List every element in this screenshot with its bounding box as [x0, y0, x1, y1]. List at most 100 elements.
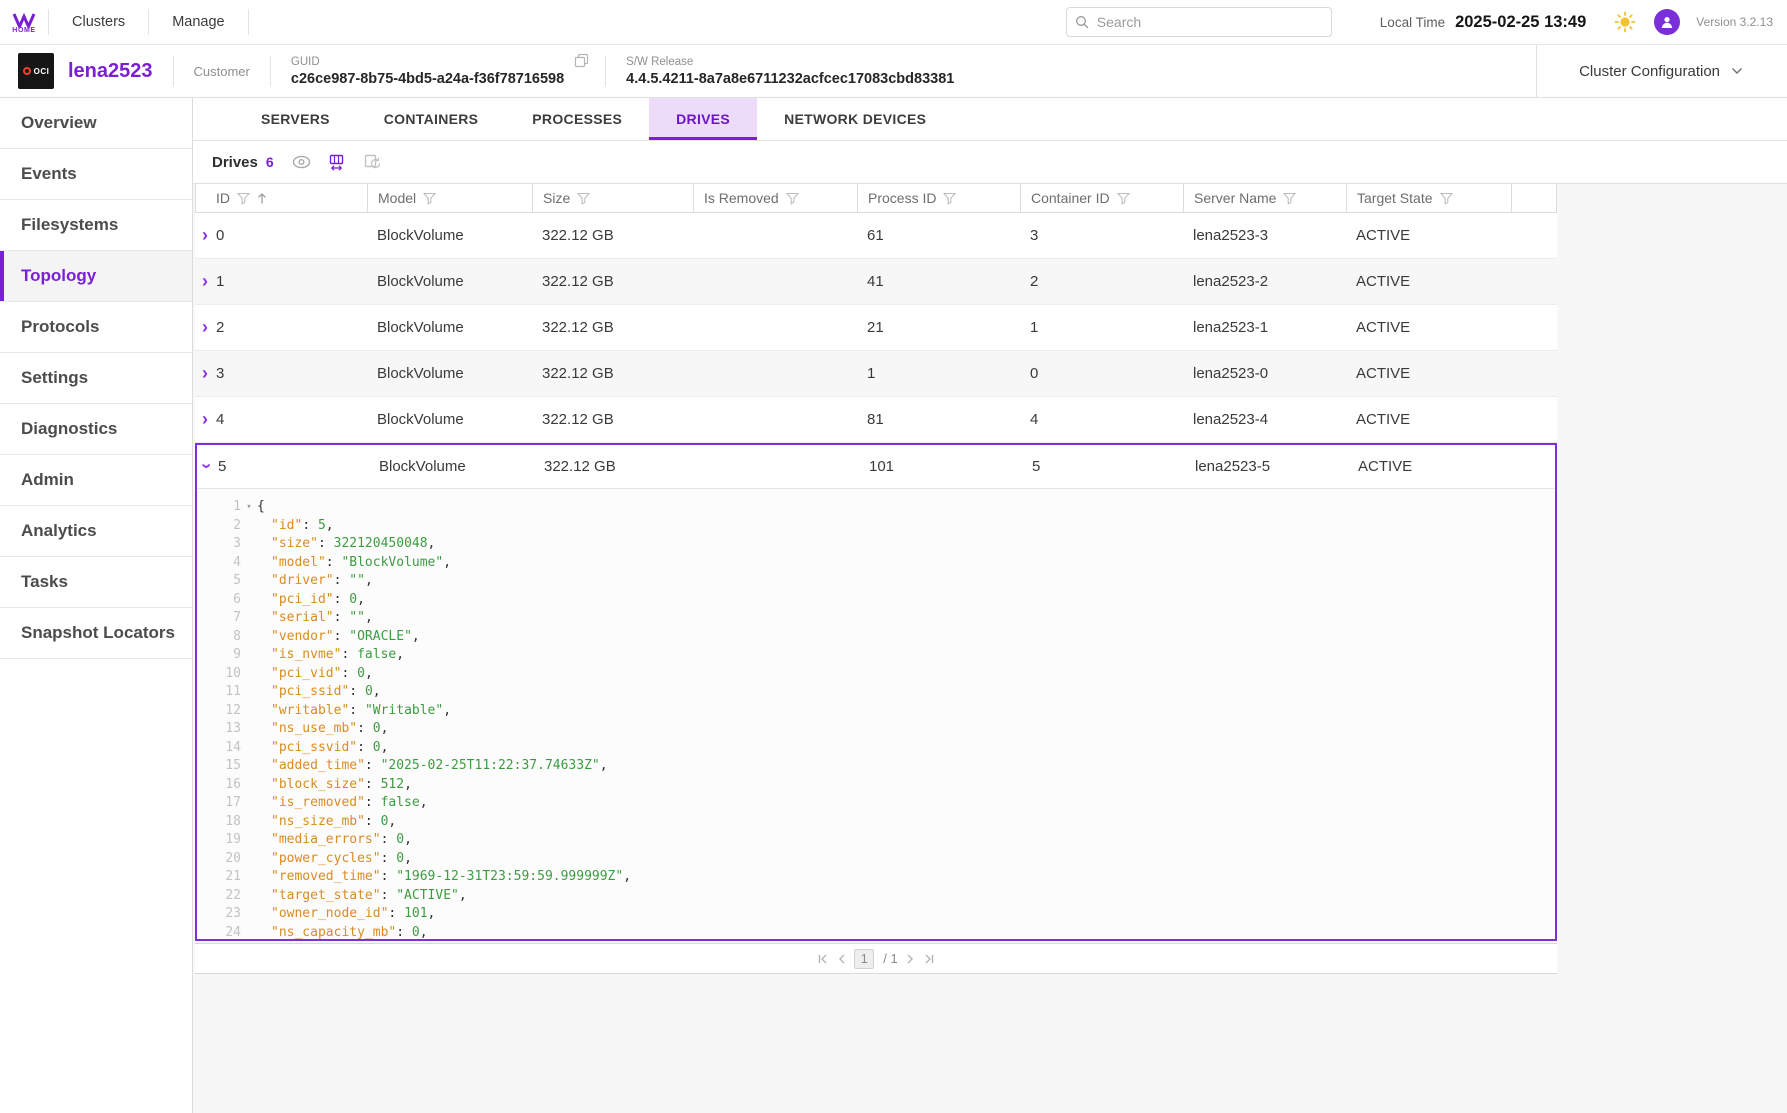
sidebar-item-diagnostics[interactable]: Diagnostics [0, 404, 192, 455]
tab-processes[interactable]: PROCESSES [505, 98, 649, 140]
tab-network-devices[interactable]: NETWORK DEVICES [757, 98, 953, 140]
filter-icon[interactable] [1440, 192, 1453, 205]
cell-is-removed [693, 305, 857, 350]
reset-columns-icon[interactable] [364, 154, 381, 171]
local-time-label: Local Time [1380, 15, 1445, 30]
json-line: 23"owner_node_id": 101, [209, 905, 1555, 924]
expand-chevron-icon[interactable]: › [202, 272, 208, 290]
weka-home-logo[interactable]: HOME [0, 10, 48, 34]
table-row-drive-3[interactable]: › 3 BlockVolume 322.12 GB 1 0 lena2523-0… [195, 351, 1557, 397]
cell-target-state: ACTIVE [1346, 259, 1511, 304]
json-line: 20"power_cycles": 0, [209, 850, 1555, 869]
cell-id: 3 [216, 365, 224, 382]
sidebar-item-topology[interactable]: Topology [0, 251, 192, 302]
filter-icon[interactable] [423, 192, 436, 205]
sidebar-item-events[interactable]: Events [0, 149, 192, 200]
theme-toggle-sun-icon[interactable] [1614, 11, 1636, 33]
cell-model: BlockVolume [367, 213, 532, 258]
sidebar-item-admin[interactable]: Admin [0, 455, 192, 506]
filter-icon[interactable] [577, 192, 590, 205]
cell-target-state: ACTIVE [1346, 397, 1511, 442]
prev-page-button[interactable] [837, 953, 847, 965]
column-header-process-id[interactable]: Process ID [858, 184, 1021, 213]
next-page-button[interactable] [905, 953, 915, 965]
table-row-drive-5[interactable]: › 5 BlockVolume 322.12 GB 101 5 lena2523… [197, 445, 1555, 489]
expand-chevron-icon[interactable]: › [198, 463, 216, 469]
filter-icon[interactable] [1117, 192, 1130, 205]
filter-icon[interactable] [786, 192, 799, 205]
top-bar: HOME ClustersManage Local Time 2025-02-2… [0, 0, 1787, 45]
column-header-model[interactable]: Model [368, 184, 533, 213]
cell-target-state: ACTIVE [1346, 213, 1511, 258]
column-header-size[interactable]: Size [533, 184, 694, 213]
cell-filler [1511, 305, 1557, 350]
cell-container-id: 0 [1020, 351, 1183, 396]
column-settings-icon[interactable] [329, 154, 346, 171]
cell-container-id: 3 [1020, 213, 1183, 258]
sidebar-item-settings[interactable]: Settings [0, 353, 192, 404]
user-avatar[interactable] [1654, 9, 1680, 35]
cluster-name: lena2523 [68, 60, 153, 83]
cell-filler [1511, 259, 1557, 304]
column-header-target-state[interactable]: Target State [1347, 184, 1512, 213]
cell-container-id: 2 [1020, 259, 1183, 304]
sidebar-item-snapshot-locators[interactable]: Snapshot Locators [0, 608, 192, 659]
column-header-id[interactable]: ID [196, 184, 368, 213]
visibility-eye-icon[interactable] [292, 155, 311, 169]
expand-chevron-icon[interactable]: › [202, 364, 208, 382]
sidebar-item-analytics[interactable]: Analytics [0, 506, 192, 557]
nav-item-clusters[interactable]: Clusters [49, 0, 148, 45]
customer-label: Customer [194, 64, 250, 79]
column-header-is-removed[interactable]: Is Removed [694, 184, 858, 213]
table-row-drive-1[interactable]: › 1 BlockVolume 322.12 GB 41 2 lena2523-… [195, 259, 1557, 305]
cell-target-state: ACTIVE [1346, 351, 1511, 396]
search-box [1066, 7, 1332, 37]
sidebar-item-overview[interactable]: Overview [0, 98, 192, 149]
column-header-filler [1512, 184, 1557, 213]
sidebar-item-protocols[interactable]: Protocols [0, 302, 192, 353]
filter-icon[interactable] [237, 192, 250, 205]
cell-is-removed [695, 445, 859, 488]
drive-json-viewer: 1▾{2"id": 5,3"size": 322120450048,4"mode… [197, 489, 1555, 939]
table-row-drive-2[interactable]: › 2 BlockVolume 322.12 GB 21 1 lena2523-… [195, 305, 1557, 351]
column-header-container-id[interactable]: Container ID [1021, 184, 1184, 213]
cell-size: 322.12 GB [532, 259, 693, 304]
tab-drives[interactable]: DRIVES [649, 98, 757, 140]
cluster-configuration-menu[interactable]: Cluster Configuration [1536, 45, 1787, 98]
expand-chevron-icon[interactable]: › [202, 318, 208, 336]
json-line: 10"pci_vid": 0, [209, 665, 1555, 684]
cell-is-removed [693, 397, 857, 442]
cell-id: 5 [218, 458, 226, 475]
sidebar-item-filesystems[interactable]: Filesystems [0, 200, 192, 251]
expanded-row-block: › 5 BlockVolume 322.12 GB 101 5 lena2523… [195, 443, 1557, 941]
table-row-drive-4[interactable]: › 4 BlockVolume 322.12 GB 81 4 lena2523-… [195, 397, 1557, 443]
cell-model: BlockVolume [367, 259, 532, 304]
last-page-button[interactable] [922, 953, 936, 965]
divider [270, 56, 271, 86]
copy-icon[interactable] [574, 53, 589, 68]
tab-servers[interactable]: SERVERS [234, 98, 357, 140]
sw-release-value: 4.4.5.4211-8a7a8e6711232acfcec17083cbd83… [626, 71, 954, 87]
filter-icon[interactable] [1283, 192, 1296, 205]
table-header: ID Model Size Is Removed Process ID [195, 184, 1557, 213]
cell-process-id: 101 [859, 445, 1022, 488]
table-row-drive-0[interactable]: › 0 BlockVolume 322.12 GB 61 3 lena2523-… [195, 213, 1557, 259]
expand-chevron-icon[interactable]: › [202, 410, 208, 428]
sw-release-block: S/W Release 4.4.5.4211-8a7a8e6711232acfc… [626, 56, 954, 87]
filter-icon[interactable] [943, 192, 956, 205]
cell-model: BlockVolume [367, 305, 532, 350]
column-header-server-name[interactable]: Server Name [1184, 184, 1347, 213]
divider [173, 56, 174, 86]
nav-item-manage[interactable]: Manage [149, 0, 247, 45]
table-body: › 0 BlockVolume 322.12 GB 61 3 lena2523-… [195, 213, 1557, 941]
tab-bar: SERVERSCONTAINERSPROCESSESDRIVESNETWORK … [193, 98, 1787, 141]
tab-containers[interactable]: CONTAINERS [357, 98, 506, 140]
search-input[interactable] [1066, 7, 1332, 37]
sidebar-item-tasks[interactable]: Tasks [0, 557, 192, 608]
expand-chevron-icon[interactable]: › [202, 226, 208, 244]
json-line: 14"pci_ssvid": 0, [209, 739, 1555, 758]
fold-caret-icon[interactable]: ▾ [241, 498, 257, 517]
first-page-button[interactable] [816, 953, 830, 965]
sw-release-label: S/W Release [626, 56, 954, 68]
cell-size: 322.12 GB [532, 305, 693, 350]
